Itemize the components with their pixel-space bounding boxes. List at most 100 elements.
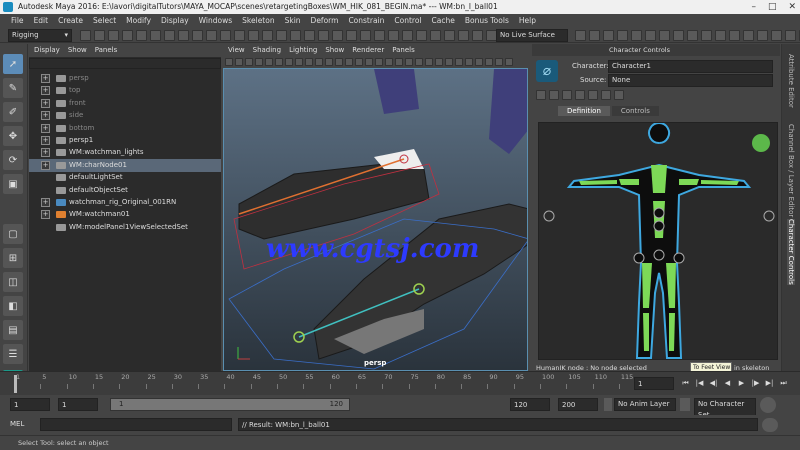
viewport-canvas[interactable]: www.cgtsj.com persp — [223, 68, 528, 371]
outliner-menu-show[interactable]: Show — [68, 44, 87, 57]
camera-icon[interactable] — [276, 30, 287, 41]
menu-windows[interactable]: Windows — [194, 14, 237, 27]
layer-editor-icon[interactable] — [715, 30, 726, 41]
menu-control[interactable]: Control — [389, 14, 426, 27]
settings-icon[interactable] — [631, 30, 642, 41]
rotate-tool-icon[interactable]: ⟳ — [3, 150, 23, 170]
safe-action-icon[interactable] — [315, 58, 323, 66]
tab-controls[interactable]: Controls — [611, 106, 659, 116]
output-icon[interactable] — [304, 30, 315, 41]
resolution-gate-icon[interactable] — [285, 58, 293, 66]
keyframe-key-icon[interactable] — [760, 397, 776, 413]
field-chart-icon[interactable] — [305, 58, 313, 66]
menu-modify[interactable]: Modify — [121, 14, 156, 27]
redo-icon[interactable] — [122, 30, 133, 41]
full-body-icon[interactable] — [549, 90, 559, 100]
construction-icon[interactable] — [318, 30, 329, 41]
outliner-toggle-icon[interactable] — [743, 30, 754, 41]
end-time-field[interactable]: 200 — [558, 398, 598, 411]
snap-together-icon[interactable] — [430, 30, 441, 41]
expand-icon[interactable]: + — [41, 86, 50, 96]
pull-icon[interactable] — [601, 90, 611, 100]
snap-view-icon[interactable] — [192, 30, 203, 41]
ao-icon[interactable] — [395, 58, 403, 66]
tab-channel-box[interactable]: Channel Box / Layer Editor — [787, 124, 795, 217]
expand-icon[interactable]: + — [41, 210, 50, 220]
step-forward-frame-icon[interactable]: |▶ — [750, 377, 761, 389]
menuset-dropdown[interactable]: Rigging ▾ — [8, 29, 72, 42]
symmetry-icon[interactable] — [332, 30, 343, 41]
camera-select-icon[interactable] — [225, 58, 233, 66]
menu-select[interactable]: Select — [88, 14, 121, 27]
dof-icon[interactable] — [425, 58, 433, 66]
display-icon[interactable] — [472, 30, 483, 41]
character-dropdown[interactable]: Character1 — [608, 60, 773, 73]
magnet-icon[interactable] — [346, 30, 357, 41]
help-icon[interactable] — [785, 30, 796, 41]
snap-grid-icon[interactable] — [150, 30, 161, 41]
render-icon[interactable] — [220, 30, 231, 41]
render-region-icon[interactable] — [589, 30, 600, 41]
script-editor-icon[interactable] — [762, 418, 778, 432]
play-forward-icon[interactable]: ▶ — [736, 377, 747, 389]
chev-icon[interactable] — [729, 30, 740, 41]
auto-key-icon[interactable] — [536, 90, 546, 100]
anim-layer-dropdown[interactable]: No Anim Layer — [614, 398, 676, 411]
outliner-item[interactable]: WM:modelPanel1ViewSelectedSet — [29, 221, 221, 234]
expand-icon[interactable]: + — [41, 160, 50, 170]
backface-icon[interactable] — [465, 58, 473, 66]
menu-edit[interactable]: Edit — [29, 14, 54, 27]
layout-icon[interactable]: ◫ — [3, 272, 23, 292]
gate-mask-icon[interactable] — [295, 58, 303, 66]
shelf-toggle-icon[interactable] — [771, 30, 782, 41]
current-time-marker[interactable] — [14, 375, 17, 393]
live-surface-field[interactable]: No Live Surface — [496, 29, 568, 42]
input-icon[interactable] — [290, 30, 301, 41]
paint-select-icon[interactable]: ✐ — [3, 102, 23, 122]
gamma-icon[interactable] — [495, 58, 503, 66]
go-to-end-icon[interactable]: ⏭ — [778, 377, 789, 389]
outliner-item[interactable]: + top — [29, 84, 221, 97]
selection-icon[interactable] — [575, 90, 585, 100]
menu-display[interactable]: Display — [156, 14, 194, 27]
outliner-item[interactable]: + watchman_rig_Original_001RN — [29, 196, 221, 209]
viewport-menu-renderer[interactable]: Renderer — [352, 44, 384, 57]
snap-curve-icon[interactable] — [164, 30, 175, 41]
film-gate-icon[interactable] — [275, 58, 283, 66]
outliner-menu-panels[interactable]: Panels — [95, 44, 118, 57]
maximize-button[interactable]: □ — [768, 0, 777, 14]
outliner-item[interactable]: + WM:charNode01 — [29, 158, 221, 172]
hik-icon[interactable] — [374, 30, 385, 41]
menu-skeleton[interactable]: Skeleton — [237, 14, 279, 27]
move-tool-icon[interactable]: ✥ — [3, 126, 23, 146]
outliner-item[interactable]: + front — [29, 97, 221, 110]
humanik-figure-view[interactable] — [538, 122, 778, 360]
lock-icon[interactable] — [444, 30, 455, 41]
time-editor-icon[interactable] — [757, 30, 768, 41]
outliner-menu-display[interactable]: Display — [34, 44, 60, 57]
layout3-icon[interactable]: ▤ — [3, 320, 23, 340]
mel-label[interactable]: MEL — [10, 420, 24, 428]
tool-settings-icon[interactable] — [701, 30, 712, 41]
playback-end-field[interactable]: 120 — [510, 398, 550, 411]
menu-deform[interactable]: Deform — [306, 14, 344, 27]
render-view-icon[interactable] — [617, 30, 628, 41]
color-mgmt-icon[interactable] — [505, 58, 513, 66]
outliner-item[interactable]: + side — [29, 109, 221, 122]
bookmark-icon[interactable] — [245, 58, 253, 66]
wireframe-icon[interactable] — [335, 58, 343, 66]
hypershade-icon[interactable] — [262, 30, 273, 41]
viewport-menu-view[interactable]: View — [228, 44, 245, 57]
minimize-button[interactable]: – — [751, 0, 756, 14]
outliner-item[interactable]: + persp — [29, 72, 221, 85]
sign-in-icon[interactable] — [575, 30, 586, 41]
step-back-key-icon[interactable]: |◀ — [694, 377, 705, 389]
safe-title-icon[interactable] — [325, 58, 333, 66]
source-dropdown[interactable]: None — [608, 74, 773, 87]
close-button[interactable]: ✕ — [788, 0, 796, 14]
textured-icon[interactable] — [365, 58, 373, 66]
pin-icon[interactable] — [588, 90, 598, 100]
exposure-icon[interactable] — [485, 58, 493, 66]
command-input[interactable] — [40, 418, 232, 431]
outliner-layout-icon[interactable]: ☰ — [3, 344, 23, 364]
